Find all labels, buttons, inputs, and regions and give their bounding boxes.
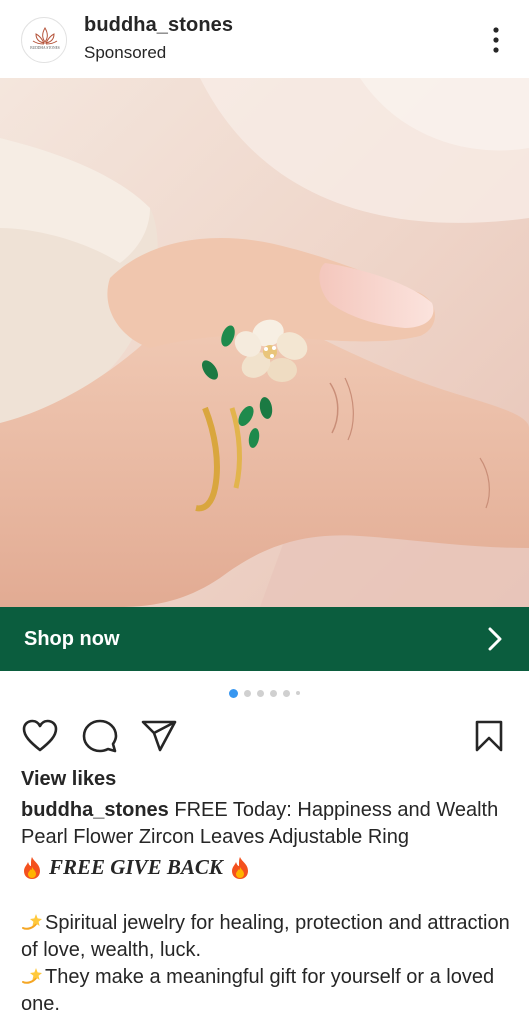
carousel-dot (270, 689, 277, 697)
carousel-dot (229, 688, 238, 698)
avatar[interactable]: BUDDHA STONES (21, 17, 67, 63)
fire-icon (231, 856, 248, 879)
comment-button[interactable] (80, 716, 120, 756)
post-image[interactable] (0, 78, 529, 607)
caption-body-text-2: They make a meaningful gift for yourself… (21, 966, 495, 1015)
avatar-text: BUDDHA STONES (30, 46, 60, 50)
carousel-dot (244, 689, 251, 697)
giveback-text: FREE GIVE BACK (49, 855, 223, 879)
caption-body-line: Spiritual jewelry for healing, protectio… (21, 910, 521, 964)
view-likes-link[interactable]: View likes (21, 768, 116, 791)
caption-body-text-1: Spiritual jewelry for healing, protectio… (21, 912, 510, 961)
dizzy-icon (22, 968, 42, 984)
carousel-dot (283, 689, 290, 697)
caption-body: Spiritual jewelry for healing, protectio… (21, 910, 521, 1018)
fire-icon (24, 856, 40, 879)
caption: buddha_stones FREE Today: Happiness and … (21, 797, 513, 851)
lotus-logo-icon: BUDDHA STONES (23, 19, 66, 62)
shop-now-label: Shop now (24, 627, 120, 650)
more-vertical-icon (493, 27, 499, 53)
heart-icon (22, 719, 58, 752)
share-button[interactable] (139, 716, 179, 756)
caption-username[interactable]: buddha_stones (21, 799, 169, 821)
comment-icon (82, 719, 118, 753)
more-options-button[interactable] (484, 24, 508, 56)
ring-on-hand-photo (0, 78, 529, 607)
dizzy-icon (22, 914, 42, 930)
carousel-dot (296, 691, 300, 695)
save-button[interactable] (469, 716, 509, 756)
caption-body-line: They make a meaningful gift for yourself… (21, 964, 521, 1018)
shop-now-button[interactable]: Shop now (0, 607, 529, 671)
username[interactable]: buddha_stones (84, 14, 233, 37)
carousel-dot (257, 689, 264, 697)
sponsored-label: Sponsored (84, 43, 167, 62)
post-header: BUDDHA STONES buddha_stones Sponsored (0, 0, 529, 78)
like-button[interactable] (20, 716, 60, 756)
chevron-right-icon (488, 627, 502, 651)
carousel-indicator (0, 687, 529, 699)
share-icon (141, 720, 177, 752)
bookmark-icon (475, 720, 503, 752)
action-bar (0, 712, 529, 760)
giveback-line: FREE GIVE BACK (21, 855, 251, 880)
